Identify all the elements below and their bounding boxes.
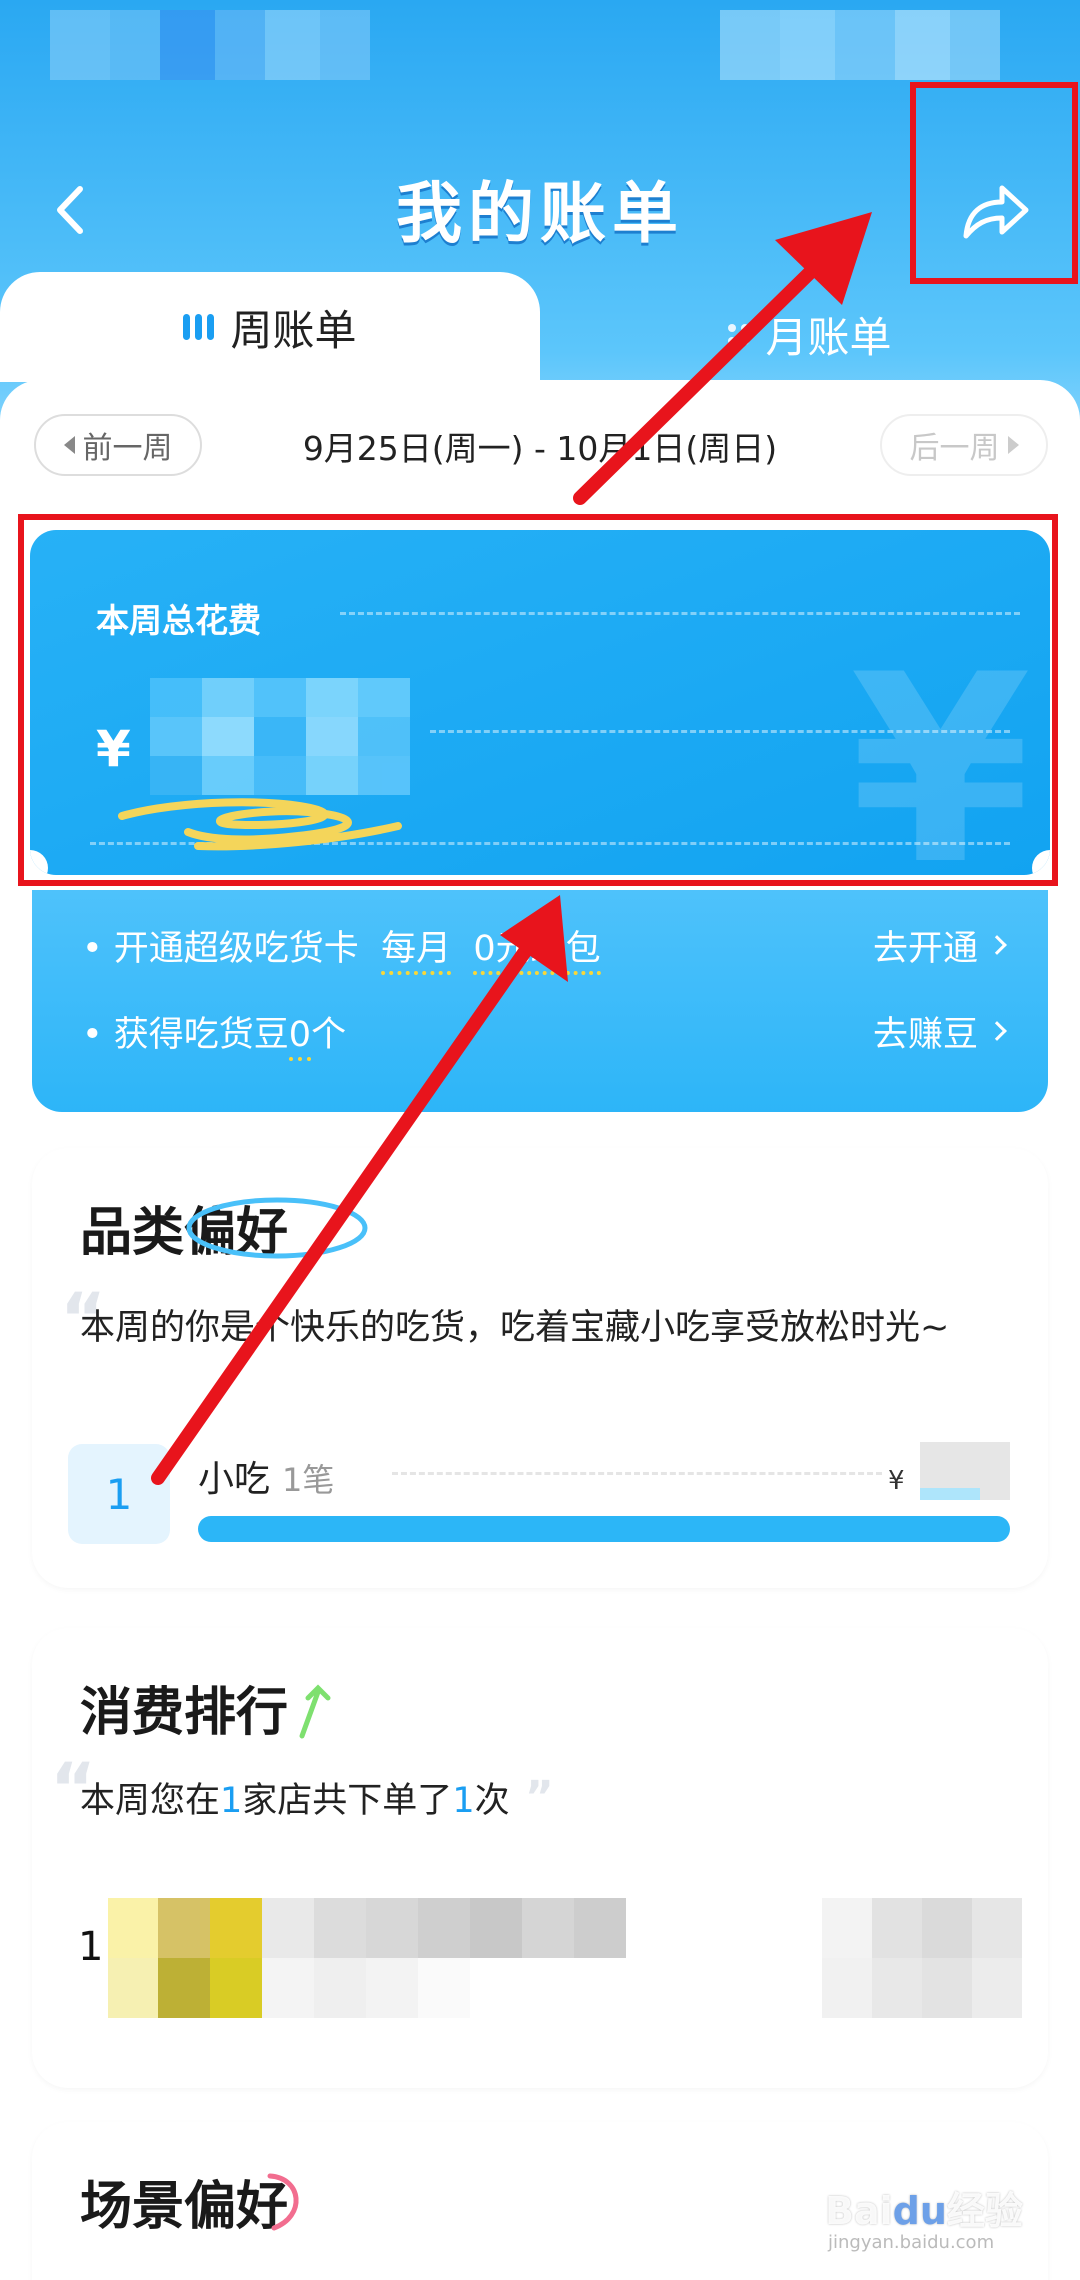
annotation-arrows — [151, 212, 872, 1485]
annotation-arrow-up — [573, 241, 842, 505]
annotation-arrow-diagonal — [151, 923, 547, 1485]
